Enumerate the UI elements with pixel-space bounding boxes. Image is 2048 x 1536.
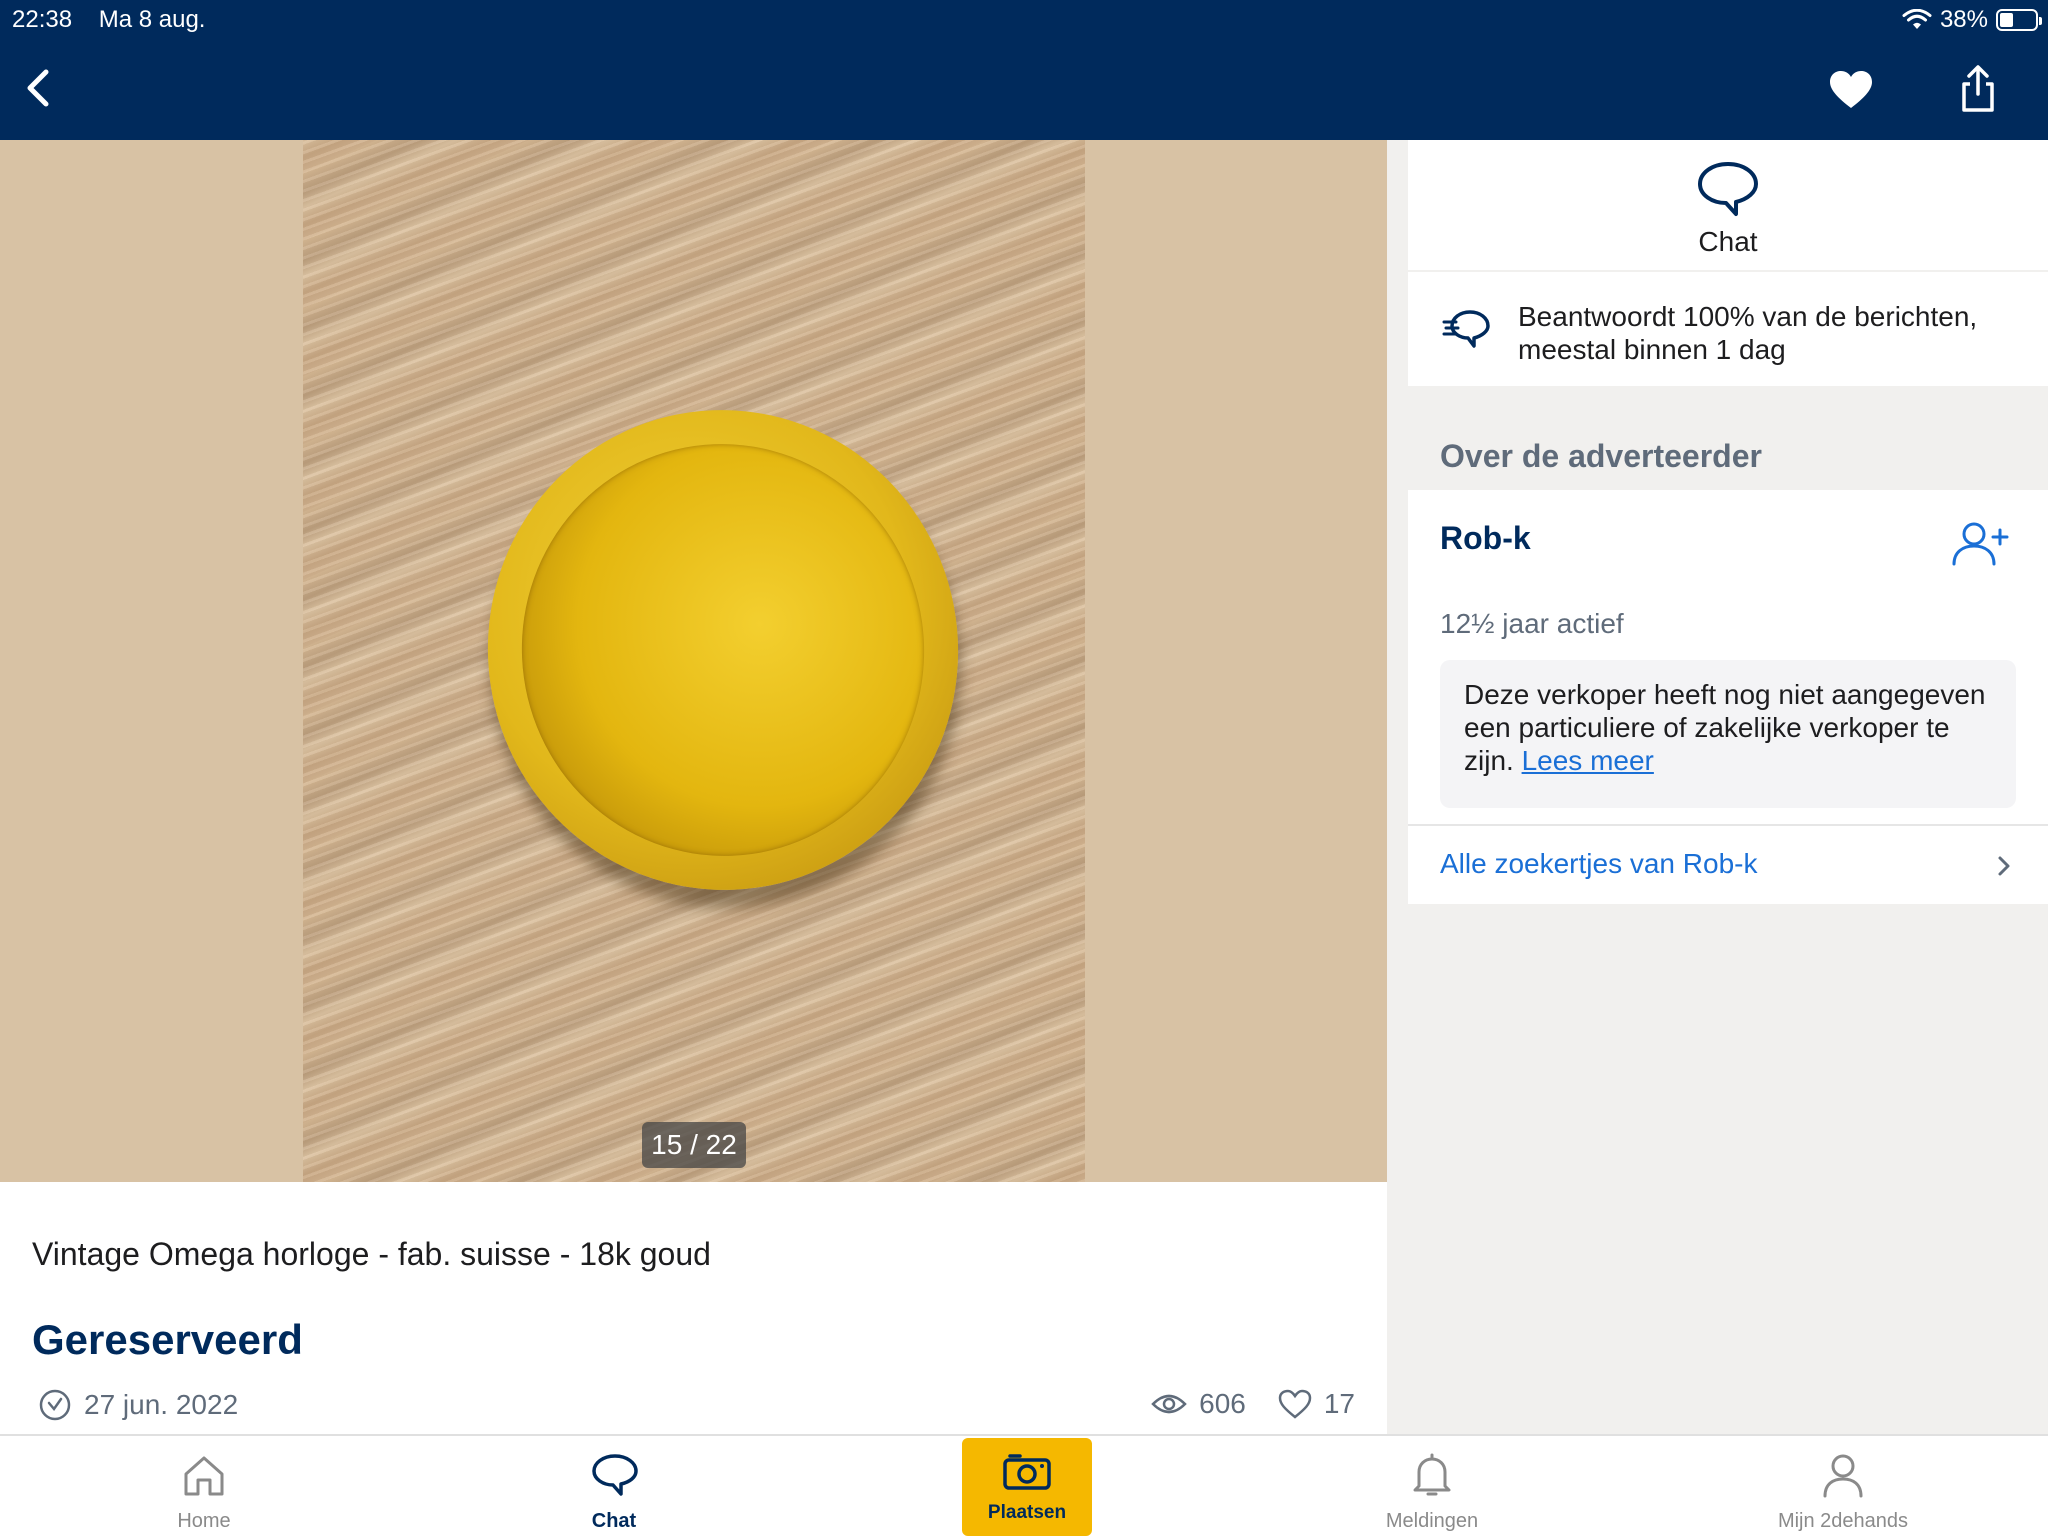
battery-percent: 38% xyxy=(1939,6,1988,33)
bell-icon xyxy=(1413,1453,1451,1496)
tab-chat-label: Chat xyxy=(591,1510,637,1532)
status-time-date: 22:38 Ma 8 aug. xyxy=(12,6,205,34)
status-indicators: 38% xyxy=(1902,6,2042,34)
listing-date: 27 jun. 2022 xyxy=(84,1389,239,1420)
listing-stats: 606 17 xyxy=(1151,1388,1355,1420)
wifi-icon xyxy=(1902,9,1932,29)
response-rate-text: Beantwoordt 100% van de berichten, meest… xyxy=(1518,300,1977,366)
tab-mijn-2dehands[interactable]: Mijn 2dehands xyxy=(1743,1436,1943,1536)
listing-date-row: 27 jun. 2022 xyxy=(38,1388,238,1422)
follow-user-icon[interactable] xyxy=(1950,520,2010,566)
tab-chat[interactable]: Chat xyxy=(514,1436,714,1536)
chevron-right-icon xyxy=(1998,856,2010,876)
tab-meldingen[interactable]: Meldingen xyxy=(1332,1436,1532,1536)
status-date: Ma 8 aug. xyxy=(98,6,206,33)
share-icon[interactable] xyxy=(1958,64,1998,114)
likes-count: 17 xyxy=(1323,1388,1355,1419)
tab-home-label: Home xyxy=(177,1510,231,1532)
listing-status: Gereserveerd xyxy=(32,1316,303,1363)
response-rate-line2: meestal binnen 1 dag xyxy=(1518,334,1786,365)
eye-icon xyxy=(1151,1394,1187,1414)
listing-photo[interactable] xyxy=(303,140,1085,1182)
battery-icon xyxy=(1996,9,2042,31)
chat-icon xyxy=(1698,162,1758,216)
fast-reply-icon xyxy=(1442,310,1490,348)
chat-icon xyxy=(592,1454,638,1496)
bottom-tab-bar: Home Chat Plaatsen Meldingen Mijn 2dehan… xyxy=(0,1434,2048,1536)
listing-title: Vintage Omega horloge - fab. suisse - 18… xyxy=(32,1236,711,1272)
seller-type-notice: Deze verkoper heeft nog niet aangegeven … xyxy=(1440,660,2016,808)
response-rate-line1: Beantwoordt 100% van de berichten, xyxy=(1518,301,1978,332)
heart-outline-icon xyxy=(1278,1389,1312,1419)
tab-meldingen-label: Meldingen xyxy=(1385,1510,1479,1532)
status-time: 22:38 xyxy=(12,6,73,33)
all-ads-link-row[interactable]: Alle zoekertjes van Rob-k xyxy=(1408,824,2048,904)
listing-details: Vintage Omega horloge - fab. suisse - 18… xyxy=(0,1182,1387,1434)
response-rate-card: Beantwoordt 100% van de berichten, meest… xyxy=(1408,272,2048,386)
tab-plaatsen-label: Plaatsen xyxy=(987,1502,1067,1523)
watch-case-inner xyxy=(495,418,951,882)
tab-mijn-2dehands-label: Mijn 2dehands xyxy=(1777,1510,1909,1532)
all-ads-link[interactable]: Alle zoekertjes van Rob-k xyxy=(1440,848,1757,880)
advertiser-section-title: Over de adverteerder xyxy=(1440,438,1762,474)
read-more-link[interactable]: Lees meer xyxy=(1522,745,1654,776)
favorite-heart-icon[interactable] xyxy=(1828,70,1874,110)
image-counter: 15 / 22 xyxy=(642,1122,746,1168)
user-icon xyxy=(1823,1454,1863,1498)
top-bar: 22:38 Ma 8 aug. 38% xyxy=(0,0,2048,140)
home-icon xyxy=(184,1456,224,1496)
tab-home[interactable]: Home xyxy=(104,1436,304,1536)
tab-plaatsen[interactable]: Plaatsen xyxy=(962,1438,1092,1536)
advertiser-active-duration: 12½ jaar actief xyxy=(1440,608,1624,639)
chat-button[interactable]: Chat xyxy=(1408,140,2048,270)
camera-icon xyxy=(1003,1454,1051,1490)
advertiser-name[interactable]: Rob-k xyxy=(1440,520,1531,557)
image-gallery[interactable]: 15 / 22 xyxy=(0,140,1387,1182)
advertiser-card: Rob-k 12½ jaar actief Deze verkoper heef… xyxy=(1408,490,2048,824)
back-icon[interactable] xyxy=(20,62,56,118)
views-count: 606 xyxy=(1199,1388,1246,1419)
chat-button-label: Chat xyxy=(1698,226,1758,257)
battery-fill xyxy=(2000,13,2013,27)
clock-icon xyxy=(39,1389,71,1421)
